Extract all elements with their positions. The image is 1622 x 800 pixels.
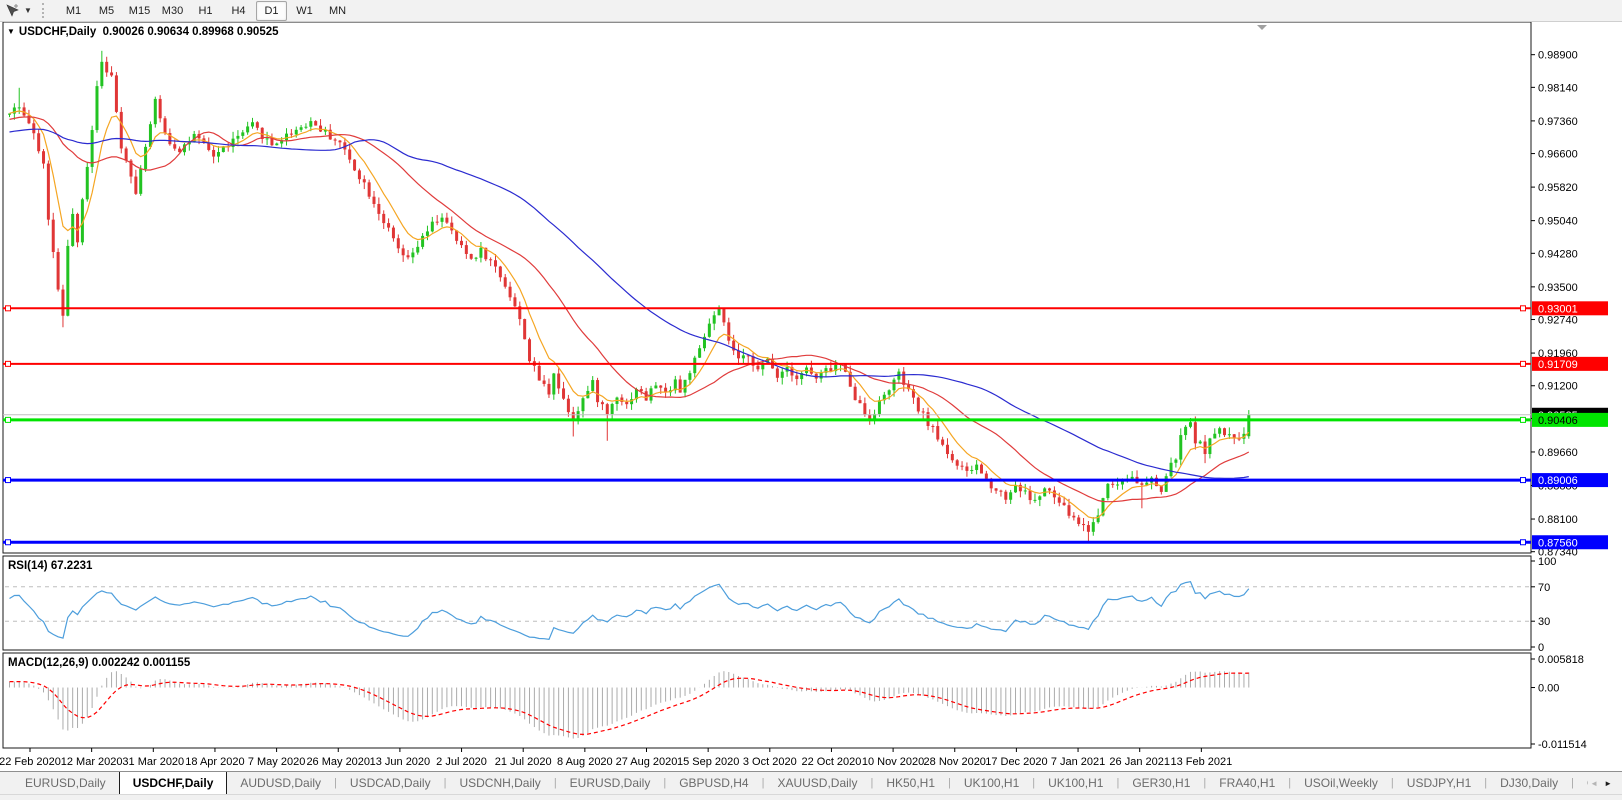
chart-tab-eurusd-daily[interactable]: EURUSD,Daily <box>557 772 664 794</box>
timeframe-button-w1[interactable]: W1 <box>289 1 320 21</box>
chart-tab-uk100-h1[interactable]: UK100,H1 <box>1035 772 1116 794</box>
line-handle[interactable] <box>6 478 11 483</box>
line-price-label: 0.91709 <box>1532 357 1608 371</box>
chart-tab-gbpusd-h4[interactable]: GBPUSD,H4 <box>666 772 761 794</box>
chart-tab-eurusd-daily[interactable]: EURUSD,Daily <box>12 772 119 794</box>
svg-text:22 Oct 2020: 22 Oct 2020 <box>801 756 861 768</box>
line-handle[interactable] <box>1521 306 1526 311</box>
svg-text:22 Feb 2020: 22 Feb 2020 <box>0 756 61 768</box>
svg-text:0.89660: 0.89660 <box>1538 447 1578 459</box>
svg-text:26 Jan 2021: 26 Jan 2021 <box>1109 756 1170 768</box>
chart-tab-uk100-h1[interactable]: UK100,H1 <box>951 772 1032 794</box>
toolbar-grip[interactable] <box>42 3 48 18</box>
svg-text:3 Oct 2020: 3 Oct 2020 <box>743 756 797 768</box>
timeframe-button-h4[interactable]: H4 <box>223 1 254 21</box>
chart-tab-usdcnh-daily[interactable]: USDCNH,Daily <box>446 772 553 794</box>
svg-text:15 Sep 2020: 15 Sep 2020 <box>677 756 739 768</box>
tab-bar-strip <box>0 794 1622 800</box>
svg-text:17 Dec 2020: 17 Dec 2020 <box>985 756 1047 768</box>
svg-text:18 Apr 2020: 18 Apr 2020 <box>185 756 244 768</box>
svg-text:12 Mar 2020: 12 Mar 2020 <box>61 756 123 768</box>
timeframe-button-m5[interactable]: M5 <box>91 1 122 21</box>
svg-text:0.005818: 0.005818 <box>1538 654 1584 666</box>
chart-tab-audusd-daily[interactable]: AUDUSD,Daily <box>227 772 334 794</box>
svg-text:0.97360: 0.97360 <box>1538 116 1578 128</box>
line-handle[interactable] <box>1521 478 1526 483</box>
svg-text:0.89006: 0.89006 <box>1538 475 1578 487</box>
svg-text:7 May 2020: 7 May 2020 <box>248 756 305 768</box>
svg-text:-0.011514: -0.011514 <box>1538 739 1587 751</box>
svg-text:0.94280: 0.94280 <box>1538 248 1578 260</box>
svg-text:7 Jan 2021: 7 Jan 2021 <box>1051 756 1105 768</box>
line-handle[interactable] <box>6 306 11 311</box>
line-price-label: 0.89006 <box>1532 473 1608 487</box>
svg-text:0.88100: 0.88100 <box>1538 514 1578 526</box>
tool-dropdown-icon[interactable]: ▼ <box>21 6 35 15</box>
line-handle[interactable] <box>1521 417 1526 422</box>
svg-text:0.98900: 0.98900 <box>1538 50 1578 62</box>
chart-tab-usoil-weekly[interactable]: USOil,Weekly <box>1291 772 1391 794</box>
chart-tab-xauusd-daily[interactable]: XAUUSD,Daily <box>764 772 870 794</box>
price-axis: 0.98900 0.98140 0.97360 0.96600 0.95820 0.950… <box>1531 50 1587 751</box>
svg-text:0.95820: 0.95820 <box>1538 182 1578 194</box>
svg-text:10 Nov 2020: 10 Nov 2020 <box>862 756 924 768</box>
line-price-label: 0.93001 <box>1532 301 1608 315</box>
timeframe-button-mn[interactable]: MN <box>322 1 353 21</box>
timeframe-button-m1[interactable]: M1 <box>58 1 89 21</box>
line-handle[interactable] <box>1521 540 1526 545</box>
line-handle[interactable] <box>1521 361 1526 366</box>
svg-text:2 Jul 2020: 2 Jul 2020 <box>436 756 487 768</box>
svg-text:30: 30 <box>1538 616 1550 628</box>
chart-tab-fra40-h1[interactable]: FRA40,H1 <box>1206 772 1288 794</box>
svg-text:31 Mar 2020: 31 Mar 2020 <box>122 756 184 768</box>
line-handle[interactable] <box>6 540 11 545</box>
timeframe-button-m30[interactable]: M30 <box>157 1 188 21</box>
tab-scroll-right-icon[interactable]: ► <box>1602 772 1616 788</box>
svg-text:0.87560: 0.87560 <box>1538 537 1578 549</box>
svg-text:28 Nov 2020: 28 Nov 2020 <box>924 756 986 768</box>
chart-tab-hk50-h1[interactable]: HK50,H1 <box>873 772 948 794</box>
chart-tab-ger30-h1[interactable]: GER30,H1 <box>1119 772 1203 794</box>
svg-text:0.95040: 0.95040 <box>1538 216 1578 228</box>
macd-panel <box>3 653 1531 748</box>
svg-text:100: 100 <box>1538 556 1556 568</box>
line-price-label: 0.87560 <box>1532 535 1608 549</box>
svg-text:0.92740: 0.92740 <box>1538 315 1578 327</box>
chart-tab-dj30-daily[interactable]: DJ30,Daily <box>1487 772 1571 794</box>
svg-text:0.90406: 0.90406 <box>1538 415 1578 427</box>
svg-text:0.91709: 0.91709 <box>1538 359 1578 371</box>
main-panel <box>3 22 1531 553</box>
price-chart-canvas[interactable]: 0.98900 0.98140 0.97360 0.96600 0.95820 0.950… <box>0 22 1622 771</box>
timeframe-button-d1[interactable]: D1 <box>256 1 287 21</box>
svg-text:70: 70 <box>1538 582 1550 594</box>
timeframe-button-m15[interactable]: M15 <box>124 1 155 21</box>
svg-text:0.00: 0.00 <box>1538 683 1559 695</box>
chart-tab-china300-h1[interactable]: CHINA300,H1 <box>1574 772 1588 794</box>
svg-text:13 Jun 2020: 13 Jun 2020 <box>370 756 431 768</box>
line-handle[interactable] <box>6 361 11 366</box>
svg-text:0.93001: 0.93001 <box>1538 303 1578 315</box>
timeframe-button-h1[interactable]: H1 <box>190 1 221 21</box>
svg-text:0.98140: 0.98140 <box>1538 82 1578 94</box>
line-price-label: 0.90406 <box>1532 413 1608 427</box>
svg-text:0: 0 <box>1538 642 1544 654</box>
svg-text:26 May 2020: 26 May 2020 <box>306 756 370 768</box>
svg-text:0.96600: 0.96600 <box>1538 149 1578 161</box>
svg-text:27 Aug 2020: 27 Aug 2020 <box>616 756 678 768</box>
svg-text:8 Aug 2020: 8 Aug 2020 <box>557 756 613 768</box>
date-axis: 22 Feb 202012 Mar 202031 Mar 202018 Apr … <box>0 748 1232 768</box>
tab-scroll-left-icon[interactable]: ◄ <box>1588 772 1602 788</box>
toolbar: ▼ M1M5M15M30H1H4D1W1MN <box>0 0 1622 22</box>
line-handle[interactable] <box>6 417 11 422</box>
svg-text:0.93500: 0.93500 <box>1538 282 1578 294</box>
chart-tab-usdcad-daily[interactable]: USDCAD,Daily <box>337 772 444 794</box>
svg-text:0.91200: 0.91200 <box>1538 381 1578 393</box>
svg-text:13 Feb 2021: 13 Feb 2021 <box>1170 756 1232 768</box>
svg-text:21 Jul 2020: 21 Jul 2020 <box>495 756 552 768</box>
crosshair-tool-icon[interactable] <box>3 2 21 20</box>
timeframe-buttons: M1M5M15M30H1H4D1W1MN <box>57 1 354 21</box>
chart-tab-usdjpy-h1[interactable]: USDJPY,H1 <box>1394 772 1484 794</box>
